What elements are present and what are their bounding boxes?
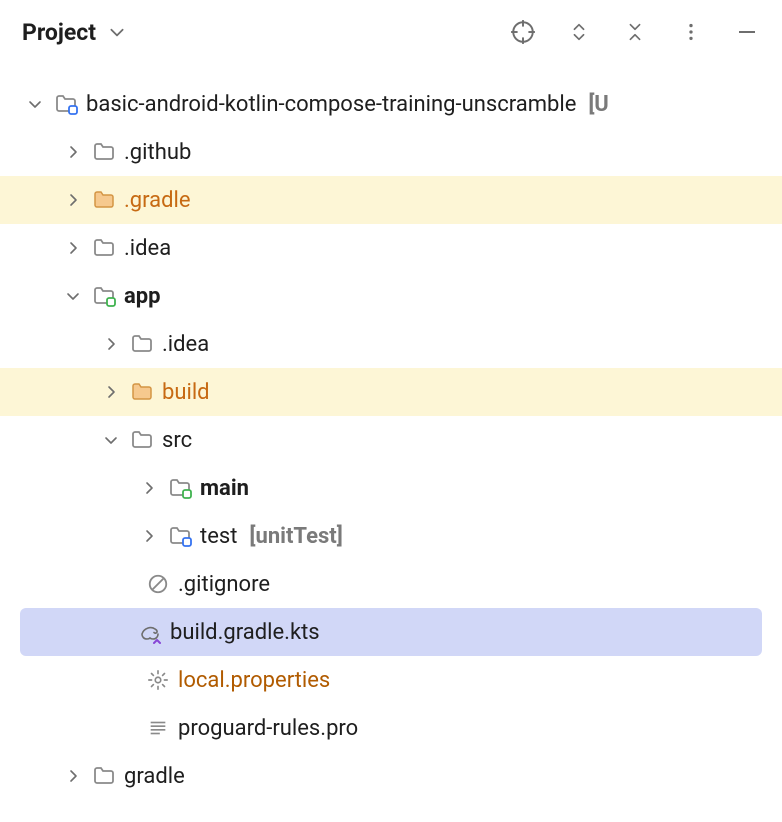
view-selector[interactable]: Project (22, 19, 130, 46)
ignored-file-icon (146, 572, 170, 596)
tree-node-label: local.properties (178, 668, 330, 693)
tree-node-local-properties[interactable]: local.properties (0, 656, 782, 704)
tree-node-proguard[interactable]: proguard-rules.pro (0, 704, 782, 752)
tree-node-app-build[interactable]: build (0, 368, 782, 416)
collapse-all-icon[interactable] (622, 19, 648, 45)
tree-node-src[interactable]: src (0, 416, 782, 464)
chevron-down-icon[interactable] (62, 288, 84, 304)
tree-node-label: app (124, 284, 161, 309)
chevron-down-icon[interactable] (24, 96, 46, 112)
gradle-kts-icon (138, 620, 162, 644)
tree-node-test[interactable]: test [unitTest] (0, 512, 782, 560)
tree-node-main[interactable]: main (0, 464, 782, 512)
folder-icon (130, 332, 154, 356)
excluded-folder-icon (92, 188, 116, 212)
tree-node-label: build (162, 380, 210, 405)
folder-icon (92, 764, 116, 788)
tree-node-label: .gradle (124, 188, 191, 213)
tree-node-build-gradle-kts[interactable]: build.gradle.kts (20, 608, 762, 656)
tool-window-header: Project (0, 0, 782, 64)
tree-node-gradle-hidden[interactable]: .gradle (0, 176, 782, 224)
tree-node-label: main (200, 476, 249, 501)
tree-node-github[interactable]: .github (0, 128, 782, 176)
tree-node-gradle-dir[interactable]: gradle (0, 752, 782, 800)
more-options-icon[interactable] (678, 19, 704, 45)
excluded-folder-icon (130, 380, 154, 404)
tree-node-label: src (162, 428, 192, 453)
module-folder-icon (54, 92, 78, 116)
tree-node-label: .idea (162, 332, 209, 357)
chevron-down-icon (104, 19, 130, 45)
text-file-icon (146, 716, 170, 740)
tree-node-label: .idea (124, 236, 171, 261)
chevron-right-icon[interactable] (62, 144, 84, 160)
source-folder-icon (168, 476, 192, 500)
chevron-right-icon[interactable] (100, 384, 122, 400)
tree-node-label: basic-android-kotlin-compose-training-un… (86, 92, 576, 117)
folder-icon (92, 140, 116, 164)
chevron-right-icon[interactable] (62, 240, 84, 256)
tree-node-label: .github (124, 140, 191, 165)
tree-node-idea[interactable]: .idea (0, 224, 782, 272)
test-folder-icon (168, 524, 192, 548)
tree-node-app-idea[interactable]: .idea (0, 320, 782, 368)
tree-node-gitignore[interactable]: .gitignore (0, 560, 782, 608)
folder-icon (92, 236, 116, 260)
tree-node-label: build.gradle.kts (170, 620, 320, 645)
tree-node-label: test (200, 524, 237, 549)
tree-node-suffix: [unitTest] (249, 524, 342, 549)
folder-icon (130, 428, 154, 452)
chevron-right-icon[interactable] (100, 336, 122, 352)
module-folder-icon (92, 284, 116, 308)
hide-icon[interactable] (734, 19, 760, 45)
project-tree: basic-android-kotlin-compose-training-un… (0, 64, 782, 800)
select-opened-file-icon[interactable] (510, 19, 536, 45)
gear-icon (146, 668, 170, 692)
tree-node-app[interactable]: app (0, 272, 782, 320)
chevron-right-icon[interactable] (62, 768, 84, 784)
chevron-right-icon[interactable] (138, 480, 160, 496)
expand-all-icon[interactable] (566, 19, 592, 45)
tool-window-title: Project (22, 19, 96, 46)
chevron-right-icon[interactable] (62, 192, 84, 208)
tree-node-suffix: [U (588, 92, 608, 117)
tree-node-label: proguard-rules.pro (178, 716, 358, 741)
tree-node-label: .gitignore (178, 572, 270, 597)
chevron-down-icon[interactable] (100, 432, 122, 448)
tree-node-root[interactable]: basic-android-kotlin-compose-training-un… (0, 80, 782, 128)
tree-node-label: gradle (124, 764, 185, 789)
chevron-right-icon[interactable] (138, 528, 160, 544)
